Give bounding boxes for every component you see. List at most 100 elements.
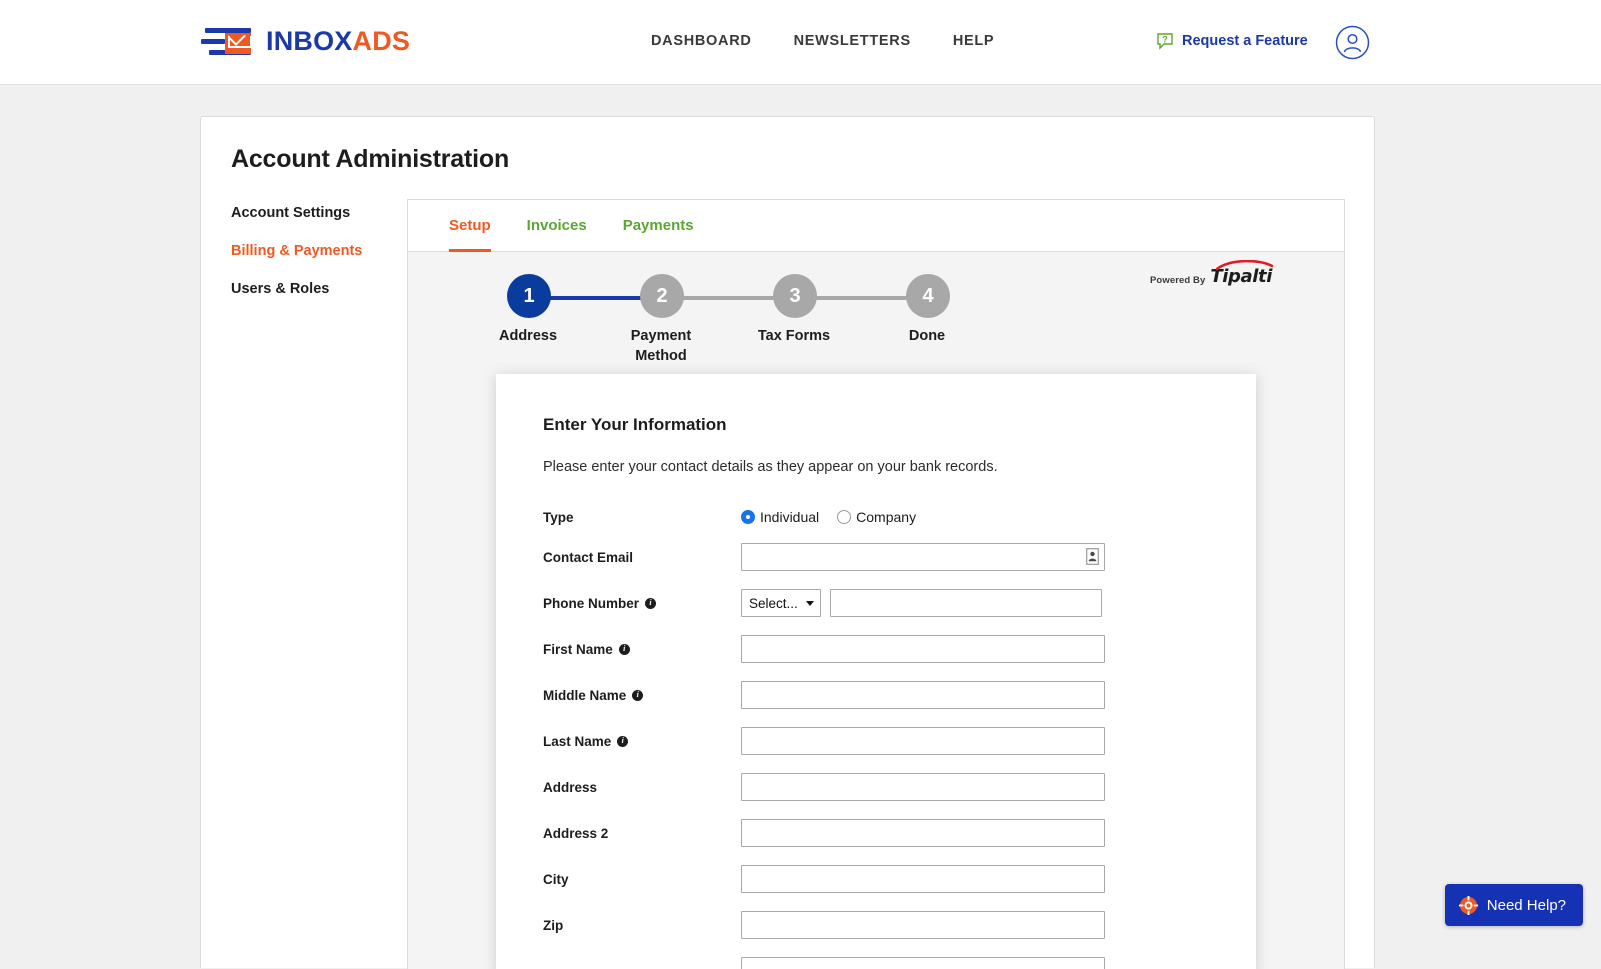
enter-information-panel: Enter Your Information Please enter your… [496,374,1256,969]
tipalti-wordmark: Tipalti [1210,266,1272,287]
account-sidebar: Account Settings Billing & Payments User… [231,205,411,319]
step-4-label: Done [867,326,987,346]
radio-individual[interactable]: Individual [741,509,819,525]
sidebar-item-account-settings[interactable]: Account Settings [231,205,411,221]
nav-item-dashboard[interactable]: DASHBOARD [645,33,758,49]
brand-logo[interactable]: INBOXADS [201,22,410,60]
label-address-text: Address [543,780,597,795]
setup-tab-content: 1 Address 2 Payment Method 3 Tax Forms 4… [408,252,1344,969]
chevron-down-icon [806,601,814,606]
phone-country-select[interactable]: Select... [741,589,821,617]
label-last-name: Last Name i [543,734,741,749]
form-row-contact-email: Contact Email [543,543,1208,571]
need-help-button[interactable]: Need Help? [1445,884,1583,926]
info-icon-first-name[interactable]: i [619,644,630,655]
question-bubble-icon: ? [1155,31,1175,51]
label-zip: Zip [543,918,741,933]
billing-tab-panel: Setup Invoices Payments 1 Address 2 Paym… [407,199,1345,969]
label-address-2: Address 2 [543,826,741,841]
sidebar-item-users-roles[interactable]: Users & Roles [231,281,411,297]
label-zip-text: Zip [543,918,563,933]
info-icon-phone-number[interactable]: i [645,598,656,609]
svg-text:?: ? [1162,35,1168,45]
step-4-done[interactable]: 4 Done [905,274,951,346]
form-row-last-name: Last Name i [543,727,1208,755]
step-3-label: Tax Forms [734,326,854,346]
radio-company[interactable]: Company [837,509,916,525]
contact-email-input[interactable] [741,543,1105,571]
page-title: Account Administration [231,145,509,174]
top-navigation-bar: INBOXADS DASHBOARD NEWSLETTERS HELP ? Re… [0,0,1601,85]
label-first-name-text: First Name [543,642,613,657]
onboarding-stepper: 1 Address 2 Payment Method 3 Tax Forms 4… [506,274,966,364]
radio-individual-label: Individual [760,509,819,525]
step-connector-3-4 [814,296,910,300]
brand-logo-ads: ADS [353,26,411,56]
label-middle-name: Middle Name i [543,688,741,703]
label-phone-number: Phone Number i [543,596,741,611]
info-icon-last-name[interactable]: i [617,736,628,747]
first-name-input[interactable] [741,635,1105,663]
form-row-address-2: Address 2 [543,819,1208,847]
need-help-label: Need Help? [1487,897,1566,914]
tab-invoices[interactable]: Invoices [527,200,587,252]
request-a-feature-button[interactable]: ? Request a Feature [1155,31,1308,51]
info-icon-middle-name[interactable]: i [632,690,643,701]
label-middle-name-text: Middle Name [543,688,626,703]
phone-number-input[interactable] [830,589,1102,617]
form-row-address: Address [543,773,1208,801]
tab-payments[interactable]: Payments [623,200,694,252]
step-3-number: 3 [773,274,817,318]
step-2-number: 2 [640,274,684,318]
step-3-tax-forms[interactable]: 3 Tax Forms [772,274,818,346]
label-type-text: Type [543,510,574,525]
form-row-next-clipped [543,957,1208,969]
next-field-input-clipped[interactable] [741,957,1105,969]
form-row-first-name: First Name i [543,635,1208,663]
radio-company-dot [837,510,851,524]
middle-name-input[interactable] [741,681,1105,709]
label-last-name-text: Last Name [543,734,611,749]
step-4-number: 4 [906,274,950,318]
step-1-address[interactable]: 1 Address [506,274,552,346]
form-row-middle-name: Middle Name i [543,681,1208,709]
form-heading: Enter Your Information [543,415,1208,435]
address-input[interactable] [741,773,1105,801]
form-row-phone-number: Phone Number i Select... [543,589,1208,617]
label-contact-email-text: Contact Email [543,550,633,565]
nav-item-newsletters[interactable]: NEWSLETTERS [788,33,917,49]
sidebar-item-billing-payments[interactable]: Billing & Payments [231,243,411,259]
form-row-city: City [543,865,1208,893]
account-administration-card: Account Administration Account Settings … [200,116,1375,968]
brand-logo-text: INBOXADS [266,26,410,57]
contact-card-autofill-icon[interactable] [1086,548,1099,565]
label-city-text: City [543,872,569,887]
user-account-button[interactable] [1335,25,1370,60]
label-city: City [543,872,741,887]
step-connector-1-2 [548,296,644,300]
lifebuoy-icon [1459,896,1478,915]
radio-individual-dot [741,510,755,524]
type-radio-group: Individual Company [741,509,916,525]
phone-country-select-value: Select... [749,596,798,611]
label-contact-email: Contact Email [543,550,741,565]
label-address-2-text: Address 2 [543,826,608,841]
tab-setup[interactable]: Setup [449,200,491,252]
form-row-zip: Zip [543,911,1208,939]
label-address: Address [543,780,741,795]
form-subheading: Please enter your contact details as the… [543,459,1208,475]
powered-by-tipalti: Powered By Tipalti [1150,266,1272,287]
city-input[interactable] [741,865,1105,893]
brand-logo-inbox: INBOX [266,26,353,56]
tipalti-swoosh-icon [1216,260,1274,271]
address-2-input[interactable] [741,819,1105,847]
step-2-label: Payment Method [601,326,721,366]
nav-item-help[interactable]: HELP [947,33,1000,49]
inbox-envelope-logo-icon [201,22,253,60]
radio-company-label: Company [856,509,916,525]
last-name-input[interactable] [741,727,1105,755]
step-connector-2-3 [681,296,777,300]
step-2-payment-method[interactable]: 2 Payment Method [639,274,685,366]
zip-input[interactable] [741,911,1105,939]
main-navigation: DASHBOARD NEWSLETTERS HELP [645,33,1000,49]
